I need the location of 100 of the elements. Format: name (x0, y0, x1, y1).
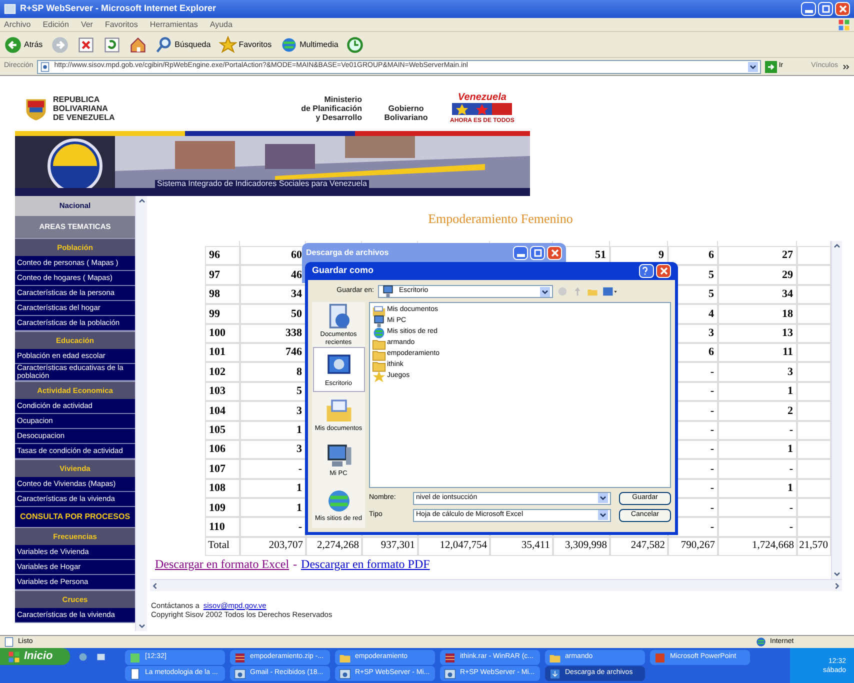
menu-item[interactable]: Ayuda (210, 18, 232, 30)
table-cell: 3 (718, 362, 797, 382)
stop-icon (76, 36, 95, 54)
ministry-name: Ministerio (324, 95, 362, 104)
row-number-cell: 109 (205, 498, 240, 518)
archive-icon (444, 652, 456, 664)
slides-icon (654, 652, 666, 664)
window-title: Descarga de archivos (306, 246, 389, 258)
table-cell (797, 324, 831, 343)
ministry-name: de Planificación (301, 104, 362, 113)
computer-icon (324, 442, 352, 470)
menu-item[interactable]: Ver (80, 18, 93, 30)
search-button[interactable]: Búsqueda (154, 36, 211, 54)
stop-button[interactable] (76, 36, 95, 54)
media-button[interactable]: Multimedia (280, 36, 338, 54)
dropdown-arrow-icon (540, 286, 550, 296)
minimize-icon (516, 254, 524, 256)
window-title: R+SP WebServer - Microsoft Internet Explorer (20, 2, 217, 16)
vertical-scrollbar[interactable] (831, 241, 842, 579)
total-cell-text: 937,301 (380, 539, 415, 554)
up-folder-icon (572, 286, 583, 297)
total-label: Total (208, 539, 230, 554)
app-icon (129, 652, 141, 664)
close-button[interactable] (656, 264, 671, 278)
history-button[interactable] (346, 36, 364, 54)
view-menu-icon (602, 286, 618, 297)
table-cell: 13 (718, 324, 797, 343)
total-cell-text: 203,707 (268, 539, 303, 554)
refresh-button[interactable] (102, 36, 121, 54)
history-icon (346, 36, 364, 54)
table-cell: 34 (718, 284, 797, 304)
table-cell: 2 (718, 401, 797, 421)
table-cell (797, 284, 831, 304)
dropdown-arrow-icon (598, 510, 608, 520)
close-icon (660, 267, 668, 275)
table-cell (797, 440, 831, 460)
menu-item[interactable]: Archivo (4, 18, 31, 30)
row-number-cell: 105 (205, 420, 240, 440)
windows-logo-icon (8, 650, 20, 662)
total-cell-text: 3,309,998 (565, 539, 607, 554)
country-name: REPUBLICA (53, 95, 101, 104)
table-cell: 1 (718, 440, 797, 460)
table-cell: 27 (718, 246, 797, 266)
pdf-download-link[interactable]: Descargar en formato PDF (301, 554, 430, 573)
total-cell-text: 247,582 (630, 539, 665, 554)
menu-item[interactable]: Edición (42, 18, 69, 30)
flag-stars-icon (452, 102, 512, 114)
go-arrow-icon (764, 60, 777, 72)
star-icon (218, 36, 237, 54)
row-number-cell: 104 (205, 401, 240, 421)
minimize-button[interactable] (801, 2, 816, 16)
minimize-icon (804, 10, 812, 13)
table-cell (797, 382, 831, 402)
table-cell: - (718, 517, 797, 537)
maximize-button[interactable] (818, 2, 833, 16)
table-cell (797, 362, 831, 382)
brand-name: Venezuela (458, 92, 506, 102)
document-icon (129, 668, 141, 680)
vertical-scrollbar[interactable] (135, 196, 147, 631)
search-icon (154, 36, 173, 54)
row-number-cell: 106 (205, 440, 240, 460)
table-cell (797, 459, 831, 479)
government-name: Gobierno (388, 104, 424, 112)
total-cell-text: 12,047,754 (440, 539, 487, 554)
row-number-cell: 103 (205, 382, 240, 402)
home-button[interactable] (128, 36, 147, 54)
chevron-icon (842, 62, 850, 70)
computer-icon (381, 284, 395, 298)
start-button[interactable]: Inicio (0, 648, 70, 665)
row-number-cell: 102 (205, 362, 240, 382)
row-number-cell: 98 (205, 284, 240, 304)
page-icon (40, 62, 50, 72)
close-icon (550, 248, 558, 256)
banner-caption: Sistema Integrado de Indicadores Sociales para Venezuela (155, 180, 369, 188)
download-icon (549, 668, 561, 680)
row-number-cell: 107 (205, 459, 240, 479)
globe-icon (756, 637, 766, 647)
menu-item[interactable]: Favoritos (104, 18, 138, 30)
minimize-button[interactable] (513, 246, 528, 260)
table-cell: - (718, 420, 797, 440)
close-button[interactable] (547, 246, 562, 260)
dropdown-arrow-icon (748, 62, 758, 72)
maximize-icon (822, 5, 830, 13)
dialog-title: Guardar como (312, 264, 374, 278)
link-separator: - (293, 556, 298, 573)
menu-item[interactable]: Herramientas (150, 18, 198, 30)
table-cell (797, 478, 831, 498)
table-cell (797, 265, 831, 285)
horizontal-scrollbar[interactable] (150, 579, 842, 591)
back-button[interactable]: Atrás (4, 36, 43, 54)
help-button[interactable] (639, 264, 654, 278)
excel-download-link[interactable]: Descargar en formato Excel (155, 554, 290, 573)
total-cell-text: 21,570 (799, 539, 828, 554)
row-number-cell: 108 (205, 478, 240, 498)
row-number-cell: 99 (205, 304, 240, 324)
folder-icon (324, 396, 352, 424)
maximize-button[interactable] (530, 246, 545, 260)
table-cell: - (718, 498, 797, 518)
close-button[interactable] (835, 2, 850, 16)
favorites-button[interactable]: Favoritos (218, 36, 272, 54)
